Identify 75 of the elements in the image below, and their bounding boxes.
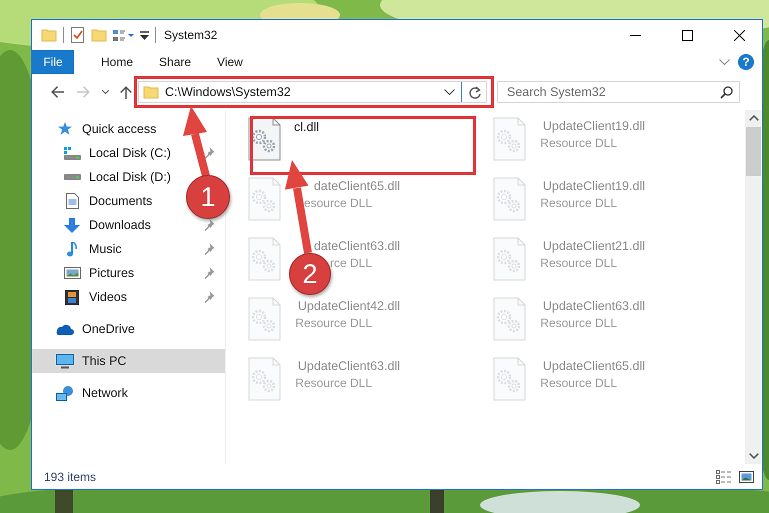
folder-icon	[143, 85, 159, 99]
document-gear-icon	[248, 237, 281, 281]
customize-dropdown-icon	[140, 30, 149, 40]
file-type: rce DLL	[330, 257, 372, 270]
address-field[interactable]: C:\Windows\System32	[138, 81, 487, 103]
download-arrow-icon	[64, 218, 80, 232]
scroll-up-icon	[748, 115, 758, 121]
maximize-icon	[682, 30, 692, 40]
star-icon	[58, 122, 72, 136]
ribbon-tab[interactable]: Share	[146, 50, 204, 74]
expand-ribbon-icon	[719, 59, 730, 65]
sidebar-item[interactable]: This PC	[32, 349, 225, 373]
close-icon	[734, 30, 744, 40]
drive-icon	[64, 146, 80, 160]
folder-icon	[41, 28, 57, 42]
file-type: Resource DLL	[540, 257, 617, 270]
checklist-icon	[70, 27, 85, 43]
sidebar-item[interactable]: Pictures	[32, 261, 138, 285]
address-path: C:\Windows\System32	[165, 85, 292, 99]
file-type: Resource DLL	[295, 317, 372, 330]
document-gear-icon	[493, 237, 526, 281]
layout-icon	[113, 28, 134, 42]
file-type: Resource DLL	[540, 377, 617, 390]
document-gear-icon	[248, 177, 281, 221]
ribbon-tab[interactable]: View	[204, 50, 256, 74]
file-menu-button[interactable]: File	[32, 50, 74, 74]
forward-arrow-icon	[76, 86, 90, 98]
large-icons-view-icon	[739, 470, 754, 482]
search-placeholder: Search System32	[507, 85, 607, 99]
sidebar-item[interactable]: Downloads	[32, 213, 155, 237]
sidebar-item[interactable]: OneDrive	[32, 317, 139, 341]
folder-icon	[91, 28, 107, 42]
file-type: esource DLL	[304, 197, 372, 210]
sidebar-item[interactable]: Network	[32, 381, 132, 405]
film-icon	[65, 290, 79, 304]
file-type: Resource DLL	[540, 137, 617, 150]
search-icon	[720, 86, 733, 98]
sidebar-item[interactable]: Music	[32, 237, 126, 261]
document-gear-icon	[493, 357, 526, 401]
document-gear-icon	[493, 297, 526, 341]
file-type: Resource DLL	[540, 197, 617, 210]
cloud-icon	[56, 324, 74, 334]
caret-icon	[102, 90, 108, 94]
document-gear-icon	[248, 357, 281, 401]
network-icon	[56, 386, 74, 400]
document-gear-icon	[248, 297, 281, 341]
drive-icon	[64, 174, 80, 180]
file-type: Resource DLL	[295, 377, 372, 390]
ribbon-tab[interactable]: Home	[88, 50, 146, 74]
sidebar-item[interactable]: Documents	[32, 189, 156, 213]
sidebar-item[interactable]: Local Disk (C:)	[32, 141, 175, 165]
sidebar-item[interactable]: Quick access	[32, 117, 160, 141]
vertical-scrollbar[interactable]	[745, 110, 762, 464]
back-arrow-icon	[50, 86, 64, 98]
picture-frame-icon	[64, 267, 80, 279]
sidebar-item[interactable]: Videos	[32, 285, 131, 309]
file-type: Resource DLL	[540, 317, 617, 330]
sidebar-item[interactable]: Local Disk (D:)	[32, 165, 175, 189]
item-count: 193 items	[44, 470, 98, 484]
search-field[interactable]: Search System32	[497, 81, 740, 103]
document-gear-icon	[493, 177, 526, 221]
scroll-thumb[interactable]	[746, 127, 761, 176]
up-arrow-icon	[120, 86, 132, 98]
callout-arrow	[183, 106, 210, 178]
refresh-icon	[468, 86, 481, 98]
scroll-down-icon	[748, 453, 758, 459]
monitor-icon	[56, 354, 74, 368]
document-icon	[66, 193, 78, 209]
details-view-icon	[716, 470, 731, 484]
file-name[interactable]: cl.dll	[294, 120, 320, 134]
window-title: System32	[164, 28, 218, 42]
document-gear-icon	[493, 117, 526, 161]
dropdown-caret-icon	[444, 89, 455, 95]
music-note-icon	[67, 242, 77, 256]
help-button[interactable]: ?	[738, 54, 754, 70]
